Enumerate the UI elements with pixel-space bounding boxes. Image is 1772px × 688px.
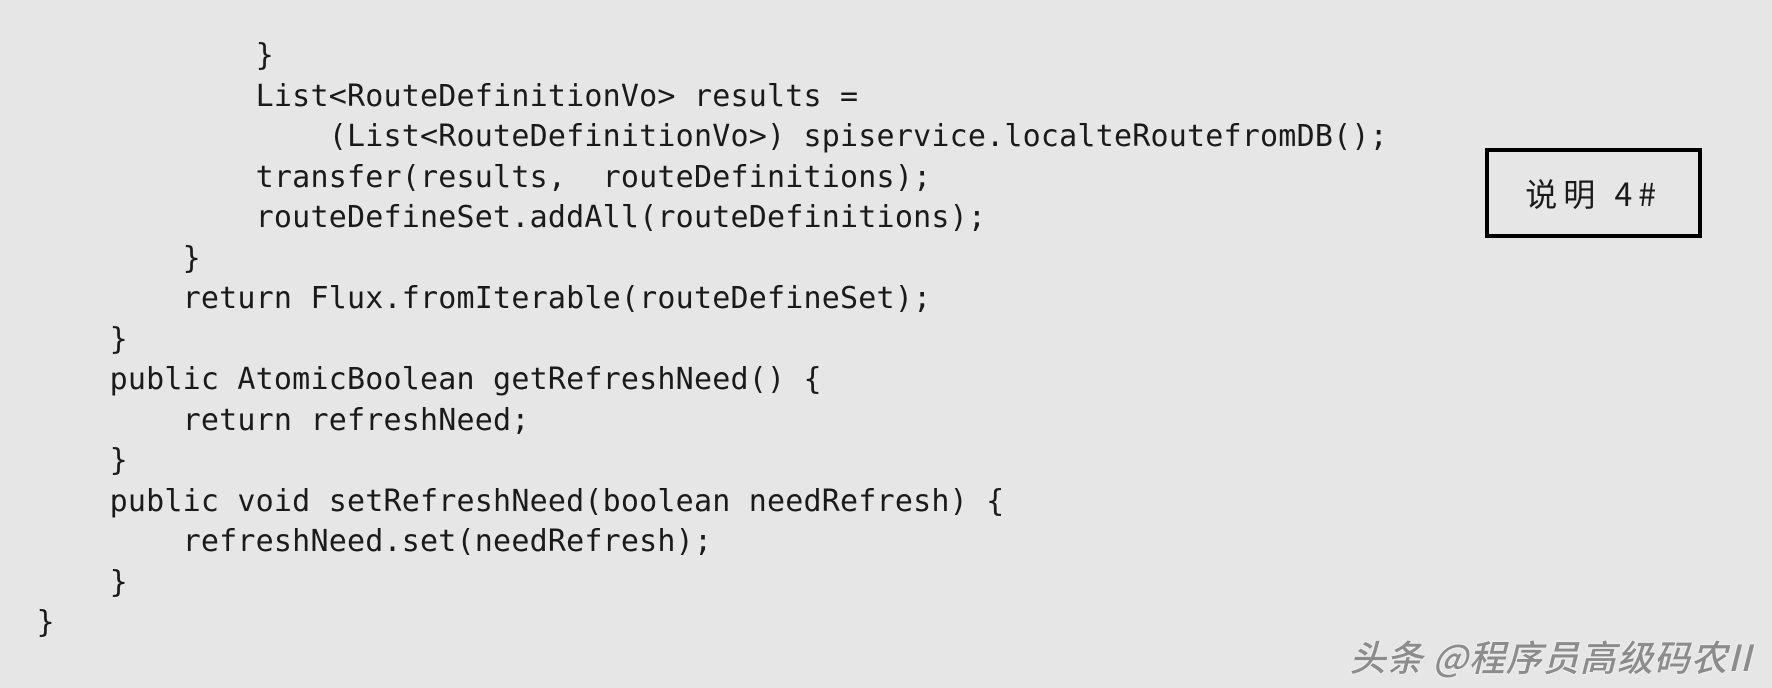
code-line: public void setRefreshNeed(boolean needR… (0, 484, 1004, 519)
code-line: } (0, 241, 201, 276)
code-line: transfer(results, routeDefinitions); (0, 160, 931, 195)
code-line: } (0, 565, 128, 600)
code-line: routeDefineSet.addAll(routeDefinitions); (0, 200, 986, 235)
code-line: List<RouteDefinitionVo> results = (0, 79, 858, 114)
code-line: return Flux.fromIterable(routeDefineSet)… (0, 281, 931, 316)
code-line: } (0, 443, 128, 478)
watermark-text: 头条 @程序员高级码农II (1350, 630, 1752, 682)
code-line: public AtomicBoolean getRefreshNeed() { (0, 362, 822, 397)
annotation-box: 说明 4# (1485, 148, 1702, 238)
code-line: } (0, 38, 274, 73)
code-line: } (0, 322, 128, 357)
code-line: return refreshNeed; (0, 403, 530, 438)
code-line: } (0, 605, 55, 640)
code-line: (List<RouteDefinitionVo>) spiservice.loc… (0, 119, 1388, 154)
annotation-label: 说明 4# (1525, 170, 1662, 216)
code-block: } List<RouteDefinitionVo> results = (Lis… (0, 36, 1388, 644)
code-line: refreshNeed.set(needRefresh); (0, 524, 712, 559)
